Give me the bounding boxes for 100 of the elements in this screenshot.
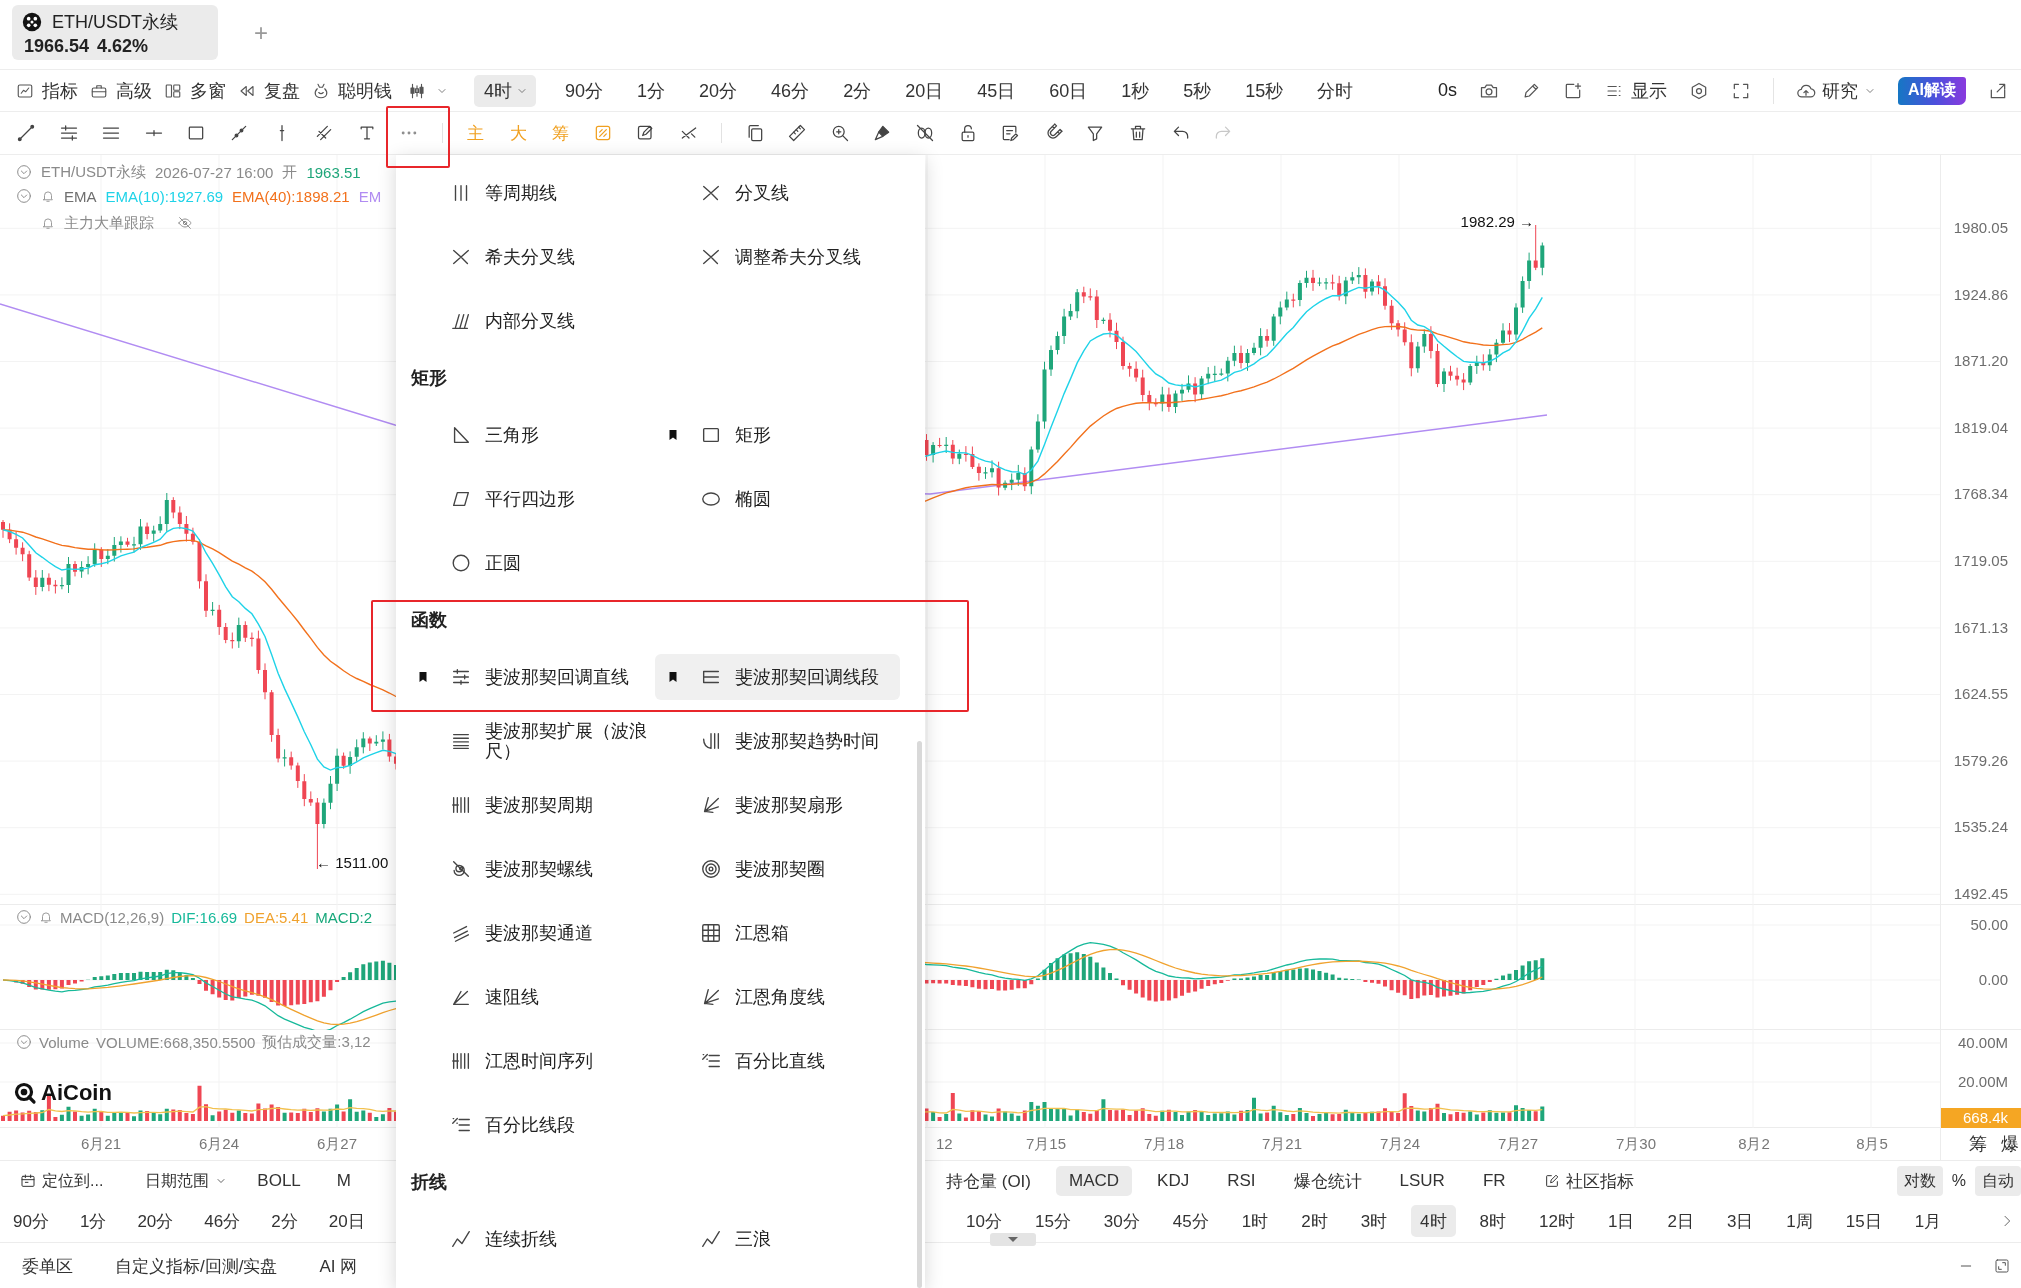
tool-menu-item[interactable]: 百分比直线 xyxy=(655,1038,900,1084)
research-button[interactable]: 研究 xyxy=(1796,75,1876,106)
axis-label: 40.00M xyxy=(1957,1034,2008,1051)
parallel-lines-icon[interactable] xyxy=(58,123,79,143)
indicator-tab[interactable]: FR xyxy=(1469,1166,1519,1196)
indicator-tab[interactable]: 爆仓统计 xyxy=(1280,1166,1375,1196)
window-plus-icon[interactable] xyxy=(1563,80,1583,101)
calendar-icon xyxy=(20,1173,36,1189)
coin-icon xyxy=(22,12,42,32)
ai-interpret-button[interactable]: AI解读 xyxy=(1898,76,1966,105)
panel-tab[interactable]: AI 网 xyxy=(319,1254,358,1278)
interval-button[interactable]: 90分 xyxy=(548,74,621,107)
tool-menu-item[interactable]: 江恩时间序列 xyxy=(405,1038,650,1084)
edit-list-icon[interactable] xyxy=(1000,123,1021,143)
candlestick-icon[interactable] xyxy=(408,81,426,100)
panel-tab[interactable]: 委单区 xyxy=(22,1254,73,1278)
time-label: 7月24 xyxy=(1380,1135,1420,1152)
vertical-lines-icon xyxy=(450,1050,472,1072)
interval-button[interactable]: 5秒 xyxy=(1166,74,1229,107)
interval-button[interactable]: 3时 xyxy=(1351,1205,1397,1237)
date-range-dropdown[interactable]: 日期范围 xyxy=(145,1170,228,1192)
time-label: 6月27 xyxy=(317,1135,357,1152)
scale-option[interactable]: 对数 xyxy=(1896,1166,1943,1196)
interval-button[interactable]: 1月 xyxy=(1905,1205,1951,1237)
interval-button[interactable]: 30分 xyxy=(1094,1205,1149,1237)
time-label: 7月18 xyxy=(1144,1135,1184,1152)
interval-button[interactable]: 3日 xyxy=(1717,1205,1763,1237)
interval-button[interactable]: 1分 xyxy=(71,1205,115,1237)
expand-icon[interactable] xyxy=(1994,1258,2010,1274)
interval-button[interactable]: 20日 xyxy=(320,1205,373,1237)
interval-button[interactable]: 20分 xyxy=(682,74,755,107)
interval-button[interactable]: 1时 xyxy=(1232,1205,1278,1237)
scale-option[interactable]: % xyxy=(1944,1166,1973,1196)
interval-button[interactable]: 1分 xyxy=(620,74,683,107)
indicator-tab[interactable]: BOLL xyxy=(251,1166,307,1196)
menu-button[interactable]: 高级 xyxy=(90,75,152,106)
time-label: 8月5 xyxy=(1856,1135,1888,1152)
symbol-tab[interactable]: ETH/USDT永续 1966.54 4.62% xyxy=(12,5,218,60)
collapse-handle[interactable] xyxy=(990,1233,1036,1246)
time-label: 7月15 xyxy=(1026,1135,1066,1152)
scrollbar-thumb[interactable] xyxy=(917,741,922,1288)
price-label: 1719.05 xyxy=(1953,551,2008,569)
interval-button[interactable]: 2日 xyxy=(1658,1205,1703,1237)
interval-dropdown[interactable]: 4时 xyxy=(474,74,536,107)
interval-button[interactable]: 46分 xyxy=(196,1205,249,1237)
interval-button[interactable]: 45日 xyxy=(960,74,1033,107)
settings-icon[interactable] xyxy=(1689,80,1709,101)
interval-button[interactable]: 15秒 xyxy=(1228,74,1301,107)
menu-button[interactable]: 聪明钱 xyxy=(312,75,392,106)
indicator-tab[interactable]: LSUR xyxy=(1386,1166,1458,1196)
indicator-tab[interactable]: M xyxy=(330,1166,357,1196)
interval-button[interactable]: 8时 xyxy=(1470,1205,1516,1237)
display-button[interactable]: 显示 xyxy=(1605,75,1667,106)
axis-label: 20.00M xyxy=(1957,1073,2008,1090)
menu-button[interactable]: 指标 xyxy=(16,75,78,106)
rings-slash-icon[interactable] xyxy=(915,123,936,143)
interval-button[interactable]: 45分 xyxy=(1163,1205,1218,1237)
interval-button[interactable]: 20日 xyxy=(888,74,961,107)
indicator-tab[interactable]: KDJ xyxy=(1144,1166,1203,1196)
axis-button[interactable]: 爆 xyxy=(2001,1132,2019,1156)
interval-button[interactable]: 4时 xyxy=(1411,1205,1456,1237)
time-label: 7月30 xyxy=(1616,1135,1656,1152)
interval-button[interactable]: 90分 xyxy=(5,1205,57,1237)
panel-tab[interactable]: 自定义指标/回测/实盘 xyxy=(115,1254,278,1278)
interval-button[interactable]: 2分 xyxy=(826,74,889,107)
interval-button[interactable]: 46分 xyxy=(754,74,827,107)
indicator-value: 预估成交量:3,12 xyxy=(262,1032,371,1052)
price-label: 1579.26 xyxy=(1953,751,2008,769)
menu-button[interactable]: 多窗 xyxy=(164,75,226,106)
indicator-tab[interactable]: MACD xyxy=(1056,1166,1133,1196)
interval-button[interactable]: 15日 xyxy=(1836,1205,1891,1237)
line-tool-icon[interactable] xyxy=(16,123,36,143)
interval-button[interactable]: 15分 xyxy=(1025,1205,1080,1237)
tool-menu-item[interactable]: 连续折线 xyxy=(405,1216,650,1262)
interval-button[interactable]: 1秒 xyxy=(1104,74,1167,107)
locate-button[interactable]: 定位到... xyxy=(20,1170,104,1192)
interval-button[interactable]: 2分 xyxy=(263,1205,306,1237)
price-label: 1924.86 xyxy=(1953,285,2008,303)
money-bag-icon xyxy=(312,81,330,100)
interval-button[interactable]: 1周 xyxy=(1777,1205,1822,1237)
community-indicators-button[interactable]: 社区指标 xyxy=(1530,1166,1647,1196)
interval-button[interactable]: 1日 xyxy=(1598,1205,1644,1237)
ruler-icon[interactable] xyxy=(787,123,808,143)
interval-button[interactable]: 12时 xyxy=(1530,1205,1584,1237)
interval-button[interactable]: 分时 xyxy=(1300,74,1371,107)
interval-button[interactable]: 10分 xyxy=(957,1205,1011,1237)
menu-button[interactable]: 复盘 xyxy=(238,75,300,106)
interval-button[interactable]: 2时 xyxy=(1292,1205,1337,1237)
indicator-tab[interactable]: RSI xyxy=(1214,1166,1269,1196)
time-label: 7月21 xyxy=(1262,1135,1302,1152)
price-label: 1768.34 xyxy=(1953,485,2008,503)
tool-menu-item[interactable]: 三浪 xyxy=(655,1216,900,1262)
scale-option[interactable]: 自动 xyxy=(1975,1166,2021,1196)
interval-button[interactable]: 60日 xyxy=(1032,74,1105,107)
axis-button[interactable]: 筹 xyxy=(1969,1132,1987,1156)
windows-icon xyxy=(164,81,182,100)
logo-text: AiCoin xyxy=(41,1080,112,1106)
indicator-tab[interactable]: 持仓量 (OI) xyxy=(933,1166,1044,1196)
interval-button[interactable]: 20分 xyxy=(129,1205,182,1237)
tool-menu-item[interactable]: 百分比线段 xyxy=(405,1102,650,1148)
